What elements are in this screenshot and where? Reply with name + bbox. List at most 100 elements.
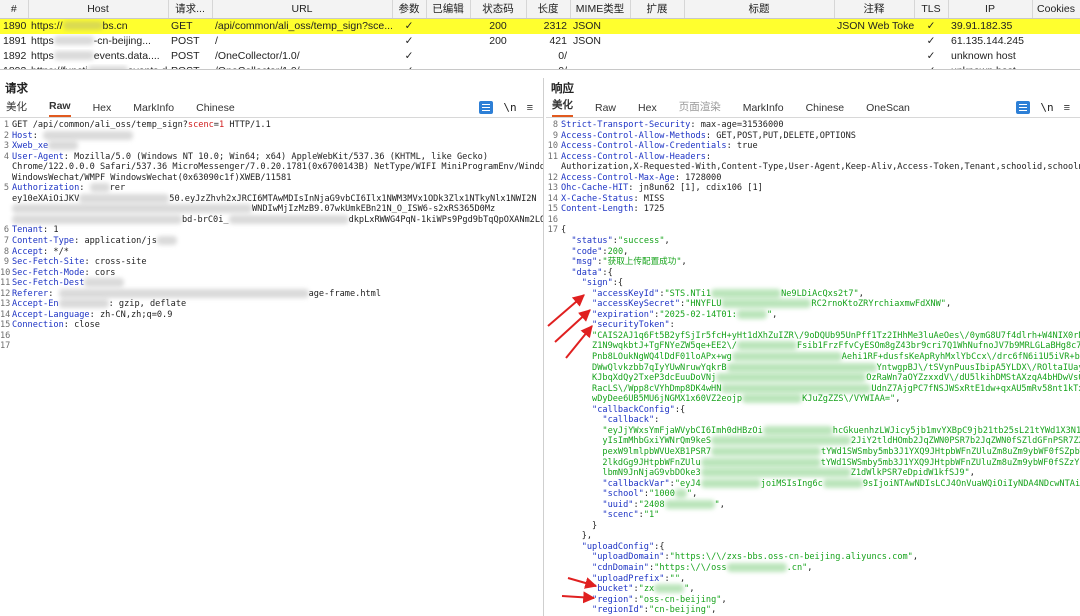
line-number	[0, 204, 12, 215]
column-header[interactable]: 长度	[526, 0, 571, 19]
column-header[interactable]: Cookies	[1032, 0, 1080, 19]
column-header[interactable]: 注释	[834, 0, 915, 19]
code-token: "uploadDomain"	[592, 552, 665, 563]
code-token: pexW9lmlpbWVUeXB1PSR7	[561, 446, 712, 457]
tab-request-1[interactable]: Raw	[49, 100, 71, 117]
code-line: Z1N9wqkbtJ+TgFNYeZW5qe+EE2\/ Fsib1FrzFfvC…	[546, 341, 1080, 352]
line-text: "securityToken":	[561, 320, 675, 331]
cell-ip: 39.91.182.35	[948, 18, 1032, 34]
code-token: dkpLxRWWG4PqN-1kiWPs9Pgd9bTqQpOXANm2LOO	[348, 214, 544, 225]
code-token: :	[705, 151, 712, 162]
code-token: :	[79, 183, 90, 194]
code-line: WNDIwMjIzMzB9.07wkUmkEBn21N_O_ISW6-s2xRS…	[0, 204, 543, 215]
line-number	[546, 468, 561, 479]
host-prefix: https://	[31, 19, 63, 32]
line-number	[546, 394, 561, 405]
cell-edited	[426, 64, 470, 70]
code-token: WindowsWechat/WMPF WindowsWechat(0x63090…	[12, 172, 292, 183]
line-number	[546, 563, 561, 574]
tab-response-3[interactable]: 页面渲染	[679, 99, 721, 117]
cell-title	[684, 49, 834, 64]
column-header[interactable]: Host	[28, 0, 169, 19]
column-header[interactable]: 参数	[392, 0, 427, 19]
column-header[interactable]: URL	[212, 0, 393, 19]
table-row[interactable]: 1890 https:// bs.cn GET/api/common/ali_oss/…	[0, 18, 1080, 34]
code-token: tYWd1SWSmby5mb3J1YXQ9JHtpbWFnZUluZm8uZm9…	[821, 446, 1080, 457]
column-header[interactable]: IP	[948, 0, 1033, 19]
cell-ext	[630, 18, 684, 34]
line-number: 8	[552, 120, 558, 130]
line-text: "regionId":"cn-beijing",	[561, 605, 716, 616]
line-number	[546, 510, 561, 521]
tab-request-3[interactable]: MarkInfo	[133, 102, 174, 117]
column-header[interactable]: #	[0, 0, 29, 19]
tab-request-4[interactable]: Chinese	[196, 102, 235, 117]
code-line: 10 Access-Control-Allow-Credentials: true	[546, 141, 1080, 152]
tab-response-0[interactable]: 美化	[552, 97, 573, 117]
column-header[interactable]: 标题	[684, 0, 835, 19]
line-text: Z1N9wqkbtJ+TgFNYeZW5qe+EE2\/ Fsib1FrzFfvC…	[561, 341, 1080, 352]
request-raw-editor[interactable]: 1 GET /api/common/ali_oss/temp_sign?scenc…	[0, 118, 543, 352]
tab-response-5[interactable]: Chinese	[806, 102, 845, 117]
cell-title	[684, 18, 834, 34]
request-menu-icon[interactable]: ≡	[527, 102, 533, 114]
line-text: Strict-Transport-Security: max-age=31536…	[561, 120, 784, 131]
code-token: Access-Control-Allow-Methods	[561, 130, 706, 141]
code-token: }	[561, 520, 598, 531]
code-line: bd-brC0i_ dkpLxRWWG4PqN-1kiWPs9Pgd9bTqQpO…	[0, 214, 544, 226]
line-text: Chrome/122.0.0.0 Safari/537.36 MicroMess…	[12, 162, 543, 173]
column-header[interactable]: 已编辑	[426, 0, 471, 19]
redacted-area	[711, 446, 822, 456]
code-token: "1000	[649, 489, 675, 500]
line-text: "CAIS2AJ1q6Ft5B2yfSjIr5fcH+yHt1dXhZuIZR\…	[561, 331, 1080, 342]
line-text: Access-Control-Allow-Methods: GET,POST,P…	[561, 131, 856, 142]
code-token: Accept	[12, 246, 44, 257]
line-text: Access-Control-Allow-Credentials: true	[561, 141, 758, 152]
pretty-print-icon[interactable]	[1016, 101, 1031, 114]
line-number: 12	[0, 288, 11, 299]
cell-ip: unknown host	[951, 49, 1016, 62]
tab-response-1[interactable]: Raw	[595, 102, 616, 117]
column-header[interactable]: TLS	[914, 0, 949, 19]
newline-toggle[interactable]: \n	[503, 101, 516, 114]
column-header[interactable]: 扩展	[630, 0, 685, 19]
cell-host: https events.data....	[28, 49, 168, 64]
line-number: 17	[0, 341, 11, 352]
pretty-print-icon[interactable]	[479, 101, 494, 114]
line-text: Access-Control-Max-Age: 1728000	[561, 173, 721, 184]
tab-request-2[interactable]: Hex	[93, 102, 112, 117]
line-number	[546, 479, 561, 490]
code-token: "1"	[643, 510, 660, 521]
tab-response-4[interactable]: MarkInfo	[743, 102, 784, 117]
tab-response-2[interactable]: Hex	[638, 102, 657, 117]
code-token: Host	[12, 130, 33, 141]
line-text: GET /api/common/ali_oss/temp_sign?scenc=…	[12, 120, 271, 131]
line-text: }	[561, 521, 597, 532]
table-row[interactable]: 1891 https -cn-beijing... POST / ✓ 200 421 JSON ✓…	[0, 34, 1080, 49]
code-line: "sign":{	[546, 278, 1080, 289]
tab-request-0[interactable]: 美化	[6, 99, 27, 117]
response-pretty-editor[interactable]: 8 Strict-Transport-Security: max-age=3153…	[546, 118, 1080, 616]
response-menu-icon[interactable]: ≡	[1064, 102, 1070, 114]
table-row[interactable]: 1892 https events.data.... POST/OneCollecto…	[0, 49, 1080, 64]
table-row[interactable]: 1893https://functi events.data....POST/On…	[0, 64, 1080, 70]
cell-url: /OneCollector/1.0/	[215, 49, 300, 62]
line-number	[546, 605, 561, 616]
line-text: {	[561, 225, 566, 236]
tab-response-6[interactable]: OneScan	[866, 102, 910, 117]
code-token: ,	[969, 468, 975, 479]
column-header[interactable]: 请求...	[168, 0, 213, 19]
code-line: 16	[546, 215, 1080, 226]
code-token: "CAIS2AJ1q6Ft5B2yfSjIr5fcH+yHt1dXhZuIZR\…	[561, 330, 1080, 341]
cell-host: https -cn-beijing...	[28, 34, 168, 49]
column-header[interactable]: MIME类型	[570, 0, 631, 19]
line-number	[546, 247, 561, 258]
code-token: Xweb_xe	[12, 141, 49, 152]
code-token: Sec-Fetch-Dest	[12, 278, 85, 289]
column-header[interactable]: 状态码	[470, 0, 527, 19]
newline-toggle[interactable]: \n	[1040, 101, 1053, 114]
code-token: 2JiY2tldHOmb2JqZWN0PSR7b2JqZWN0fSZldGFnP…	[851, 436, 1080, 447]
